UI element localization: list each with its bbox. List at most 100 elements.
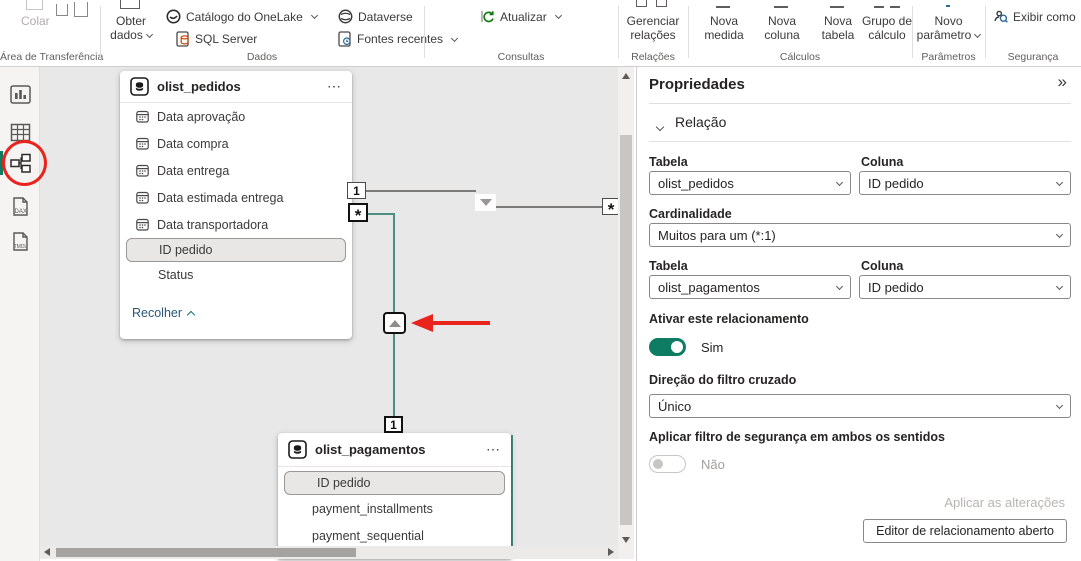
annotation-red-arrow bbox=[411, 314, 491, 332]
filter-direction-marker[interactable] bbox=[475, 194, 496, 211]
chevron-down-icon bbox=[835, 178, 844, 186]
new-table-icon bbox=[830, 6, 844, 8]
relationship-line bbox=[366, 190, 476, 192]
table-menu-icon[interactable]: ⋯ bbox=[327, 78, 342, 95]
toggle-knob bbox=[671, 341, 683, 353]
tmdl-view-button[interactable]: TMDL bbox=[10, 231, 31, 252]
onelake-catalog-button[interactable]: Catálogo do OneLake bbox=[166, 9, 318, 24]
sql-server-label: SQL Server bbox=[195, 32, 258, 46]
label-line2: cálculo bbox=[868, 28, 906, 42]
date-field-icon bbox=[136, 191, 149, 204]
many-glyph: * bbox=[354, 206, 362, 225]
vertical-scrollbar[interactable] bbox=[618, 67, 634, 559]
column2-dropdown[interactable]: ID pedido bbox=[859, 275, 1071, 299]
cross-filter-dropdown[interactable]: Único bbox=[649, 394, 1071, 418]
manage-relationships-button[interactable]: Gerenciar relações bbox=[618, 14, 688, 42]
vertical-scrollbar-thumb[interactable] bbox=[620, 135, 632, 525]
field-label: Data compra bbox=[157, 136, 229, 151]
collapse-panel-icon[interactable]: » bbox=[1058, 72, 1067, 92]
ribbon-group-data: Obter dados Catálogo do OneLake SQL Serv… bbox=[100, 0, 459, 66]
divider bbox=[649, 141, 1071, 142]
refresh-button[interactable]: Atualizar bbox=[480, 9, 562, 24]
table2-dropdown[interactable]: olist_pagamentos bbox=[649, 275, 851, 299]
ribbon-group-parameters: Novo parâmetro Parâmetros bbox=[912, 0, 985, 66]
dax-query-view-icon: DAX bbox=[13, 197, 28, 216]
table1-value: olist_pedidos bbox=[658, 175, 734, 191]
table-card-header[interactable]: olist_pagamentos ⋯ bbox=[278, 433, 511, 467]
report-view-icon bbox=[10, 85, 31, 104]
dataverse-button[interactable]: Dataverse bbox=[338, 9, 413, 24]
section-header-relation[interactable]: Relação bbox=[675, 114, 726, 130]
label-line2: medida bbox=[704, 28, 744, 42]
new-column-button[interactable]: Nova coluna bbox=[754, 14, 810, 42]
scroll-right-arrow[interactable] bbox=[608, 548, 614, 556]
scroll-down-arrow[interactable] bbox=[622, 537, 630, 543]
field-row[interactable]: payment_installments bbox=[278, 495, 511, 522]
field-row[interactable]: Status bbox=[120, 262, 352, 288]
collapse-link[interactable]: Recolher bbox=[132, 306, 352, 320]
collapse-label: Recolher bbox=[132, 306, 183, 320]
new-measure-icon bbox=[716, 6, 730, 8]
model-canvas[interactable]: olist_pedidos ⋯ Data aprovação Data comp… bbox=[40, 67, 620, 559]
cardinality-label: Cardinalidade bbox=[649, 207, 732, 221]
field-row[interactable]: Data entrega bbox=[120, 157, 352, 184]
format-painter-icon[interactable] bbox=[74, 2, 88, 17]
table-card-olist-pagamentos[interactable]: olist_pagamentos ⋯ ID pedido payment_ins… bbox=[278, 433, 511, 559]
label-line2: relações bbox=[630, 28, 676, 42]
paste-button[interactable]: Colar bbox=[21, 14, 50, 28]
cardinality-many-marker-selected[interactable]: * bbox=[348, 203, 368, 225]
horizontal-scrollbar-thumb[interactable] bbox=[56, 548, 356, 557]
table-icon bbox=[130, 77, 149, 96]
filter-direction-up-marker[interactable] bbox=[383, 312, 406, 334]
make-active-toggle[interactable] bbox=[649, 338, 686, 356]
red-arrow-tail bbox=[431, 320, 490, 325]
get-data-button[interactable]: Obter dados bbox=[106, 14, 156, 42]
new-parameter-button[interactable]: Novo parâmetro bbox=[912, 14, 985, 42]
table-card-header[interactable]: olist_pedidos ⋯ bbox=[120, 71, 352, 103]
field-row[interactable]: Data compra bbox=[120, 130, 352, 157]
manage-relationships-icon bbox=[656, 0, 667, 7]
table-icon bbox=[288, 440, 307, 459]
sql-server-button[interactable]: SQL Server bbox=[176, 31, 257, 47]
cut-icon[interactable] bbox=[56, 4, 68, 16]
dax-query-view-button[interactable]: DAX bbox=[10, 196, 31, 217]
view-as-button[interactable]: Exibir como bbox=[993, 9, 1076, 24]
field-label: Status bbox=[158, 268, 194, 282]
cardinality-one-marker[interactable]: 1 bbox=[347, 182, 366, 199]
cardinality-one-marker-selected[interactable]: 1 bbox=[384, 416, 403, 433]
scroll-up-arrow[interactable] bbox=[622, 73, 630, 79]
ribbon-group-queries: Atualizar Consultas bbox=[424, 0, 618, 66]
open-relationship-editor-button[interactable]: Editor de relacionamento aberto bbox=[863, 519, 1067, 543]
field-label: Data entrega bbox=[157, 163, 230, 178]
calculation-group-button[interactable]: Grupo de cálculo bbox=[858, 14, 916, 42]
column1-label: Coluna bbox=[861, 155, 904, 169]
field-row[interactable]: Data estimada entrega bbox=[120, 184, 352, 211]
chevron-down-icon bbox=[1055, 282, 1064, 290]
apply-changes-button[interactable]: Aplicar as alterações bbox=[944, 495, 1065, 510]
field-row-selected[interactable]: ID pedido bbox=[284, 471, 505, 495]
column1-dropdown[interactable]: ID pedido bbox=[859, 171, 1071, 195]
report-view-button[interactable] bbox=[10, 84, 31, 105]
group-caption: Relações bbox=[631, 51, 675, 63]
table-card-olist-pedidos[interactable]: olist_pedidos ⋯ Data aprovação Data comp… bbox=[120, 71, 352, 339]
security-filter-toggle[interactable] bbox=[649, 455, 686, 473]
manage-relationships-icon bbox=[636, 0, 647, 7]
new-measure-button[interactable]: Nova medida bbox=[696, 14, 752, 42]
table1-dropdown[interactable]: olist_pedidos bbox=[649, 171, 851, 195]
section-chevron[interactable] bbox=[653, 119, 665, 137]
chevron-down-icon bbox=[1055, 401, 1064, 409]
table1-label: Tabela bbox=[649, 155, 688, 169]
scroll-left-arrow[interactable] bbox=[44, 548, 50, 556]
triangle-up-icon bbox=[388, 319, 401, 327]
field-row[interactable]: Data transportadora bbox=[120, 211, 352, 238]
horizontal-scrollbar[interactable] bbox=[40, 546, 618, 559]
field-row-selected[interactable]: ID pedido bbox=[126, 238, 346, 262]
refresh-icon bbox=[481, 11, 494, 23]
calculation-group-icon bbox=[874, 6, 884, 8]
table-menu-icon[interactable]: ⋯ bbox=[486, 441, 501, 458]
field-row[interactable]: Data aprovação bbox=[120, 103, 352, 130]
date-field-icon bbox=[136, 164, 149, 177]
field-row[interactable]: payment_sequential bbox=[278, 522, 511, 549]
cardinality-dropdown[interactable]: Muitos para um (*:1) bbox=[649, 223, 1071, 247]
ribbon-group-relationships: Gerenciar relações Relações bbox=[618, 0, 688, 66]
